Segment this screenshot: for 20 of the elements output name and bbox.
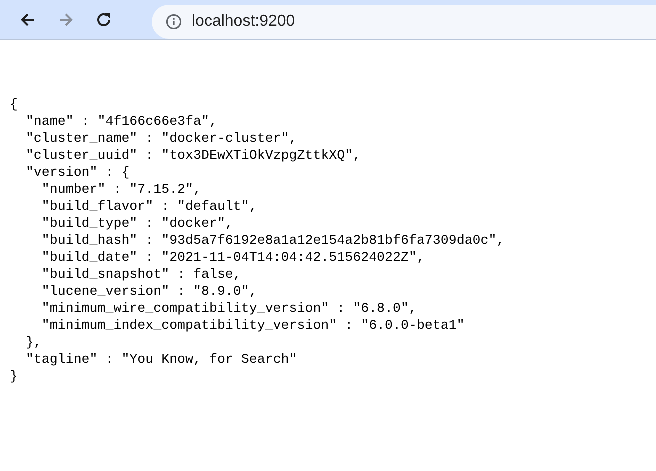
info-icon[interactable] [166, 14, 182, 30]
code-line: "version" : { [26, 165, 130, 180]
address-bar[interactable]: localhost:9200 [152, 4, 656, 38]
code-line: }, [26, 335, 42, 350]
code-line: { [10, 97, 18, 112]
code-line: "minimum_index_compatibility_version" : "6.0.0-beta1" [42, 318, 465, 333]
code-line: "minimum_wire_compatibility_version" : "6.8.0", [42, 301, 417, 316]
code-line: "build_snapshot" : false, [42, 267, 242, 282]
code-line: "lucene_version" : "8.9.0", [42, 284, 258, 299]
code-line: "cluster_name" : "docker-cluster", [26, 131, 298, 146]
reload-icon [95, 10, 113, 28]
code-line: "tagline" : "You Know, for Search" [26, 352, 298, 367]
code-line: "build_type" : "docker", [42, 216, 234, 231]
code-line: "build_flavor" : "default", [42, 199, 258, 214]
code-line: } [10, 369, 18, 384]
code-line: "build_hash" : "93d5a7f6192e8a1a12e154a2b81bf6fa7309da0c", [42, 233, 505, 248]
code-line: "build_date" : "2021-11-04T14:04:42.515624022Z", [42, 250, 425, 265]
code-line: "number" : "7.15.2", [42, 182, 202, 197]
code-line: "name" : "4f166c66e3fa", [26, 114, 218, 129]
code-line: "cluster_uuid" : "tox3DEwXTiOkVzpgZttkXQ", [26, 148, 362, 163]
